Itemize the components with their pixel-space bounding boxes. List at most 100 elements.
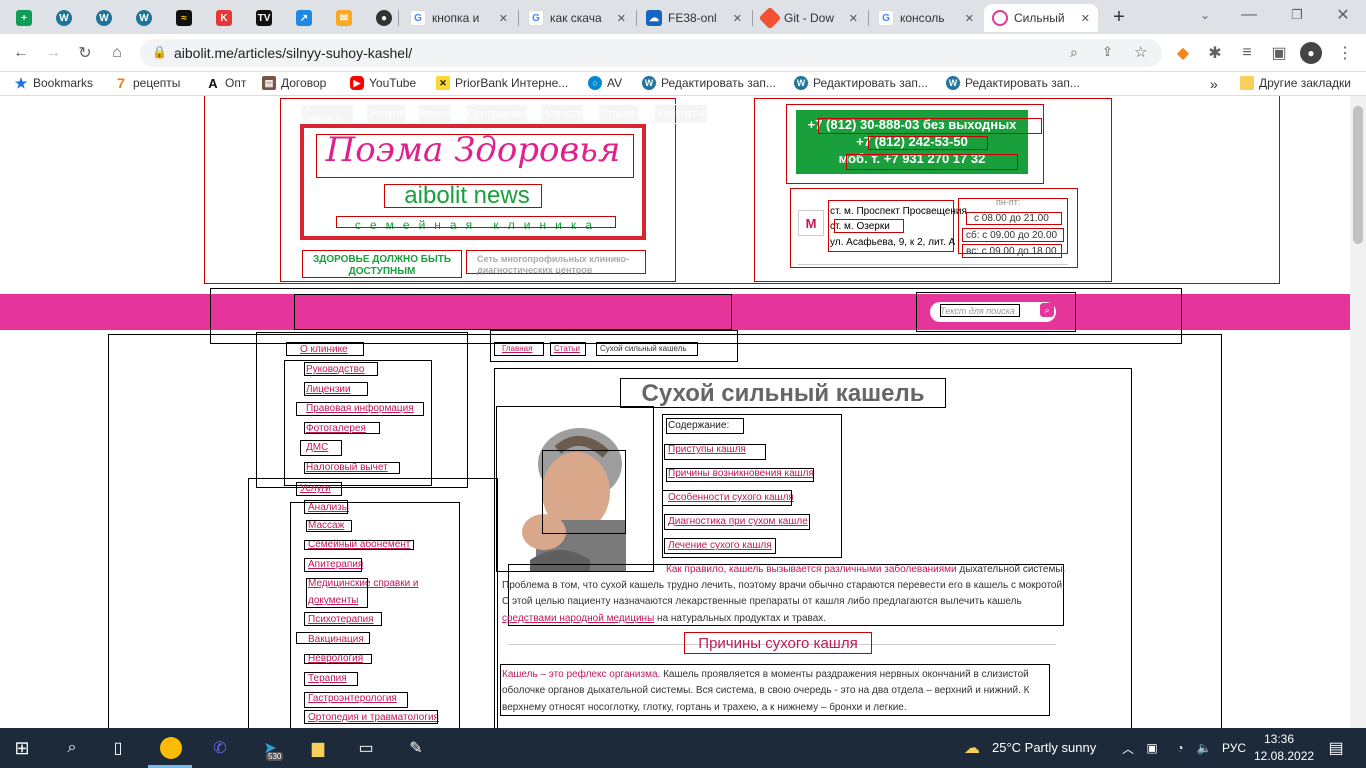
inline-link[interactable]: Как правило, кашель вызывается различным…	[666, 564, 957, 575]
google-icon: G	[528, 10, 544, 26]
seven-icon: 7	[117, 75, 125, 91]
tab-git[interactable]: Git - Dow ✕	[754, 4, 866, 32]
terminal-icon[interactable]: ▭	[352, 734, 380, 762]
scrollbar-thumb[interactable]	[1353, 106, 1363, 244]
tab-zen[interactable]: ≈	[168, 4, 204, 32]
nav-news[interactable]: Новости	[540, 104, 584, 124]
google-icon: G	[878, 10, 894, 26]
file-explorer-icon[interactable]: ▆	[304, 734, 332, 762]
tab-fe38[interactable]: ☁ FE38-onl ✕	[638, 4, 750, 32]
search-icon[interactable]: ⌕	[58, 734, 86, 762]
bookmark-item[interactable]: 7 рецепты	[114, 75, 180, 91]
bookmark-item[interactable]: A Опт	[206, 76, 247, 91]
bookmark-item[interactable]: ○ AV	[588, 76, 622, 90]
minimize-button[interactable]: —	[1238, 4, 1260, 26]
breadcrumb-articles[interactable]: Статьи	[554, 344, 580, 353]
metamask-icon[interactable]: ◆	[1172, 42, 1194, 64]
chrome-icon[interactable]	[160, 737, 182, 759]
tab-wordpress-2[interactable]: W	[88, 4, 124, 32]
tab-k[interactable]: K	[208, 4, 244, 32]
taskbar: ⊞ ⌕ ▯ ✆ ➤ 530 ▆ ▭ ✎ ☁ 25°C Partly sunny …	[0, 728, 1366, 768]
more-bookmarks-button[interactable]: »	[1210, 76, 1218, 92]
share-icon[interactable]: ⇪	[1102, 44, 1113, 60]
paragraph: оболочке органов дыхательной системы. Вс…	[502, 685, 1030, 696]
tab-wordpress-3[interactable]: W	[128, 4, 164, 32]
nav-reviews[interactable]: Отзывы	[598, 104, 640, 124]
tab-google-1[interactable]: Gкнопка и ✕	[402, 4, 516, 32]
zoom-icon[interactable]: ⌕	[1070, 44, 1078, 61]
inline-link[interactable]: средствами народной медицины	[502, 613, 654, 624]
tab-sheets[interactable]: +	[8, 4, 44, 32]
tab-wordpress-1[interactable]: W	[48, 4, 84, 32]
sidebar-section-about[interactable]: О клинике	[300, 344, 348, 355]
tab-console[interactable]: Gконсоль ✕	[870, 4, 982, 32]
search-button[interactable]: ⌕	[1040, 303, 1054, 317]
extensions-icon[interactable]: ✱	[1204, 42, 1226, 64]
network-icon[interactable]: ▣	[1138, 734, 1166, 762]
volume-icon[interactable]: 🔈	[1190, 734, 1218, 762]
bookmark-star-icon[interactable]: ☆	[1134, 43, 1147, 61]
reload-button[interactable]: ↻	[74, 42, 96, 64]
nav-about[interactable]: О клинике	[300, 102, 354, 126]
tab-separator	[868, 10, 869, 26]
photo-face-outline	[542, 450, 626, 534]
viber-icon[interactable]: ✆	[206, 734, 234, 762]
bookmark-item[interactable]: ▶ YouTube	[350, 76, 416, 90]
bookmark-item[interactable]: ▤ Договор	[262, 76, 326, 90]
close-icon[interactable]: ✕	[1081, 12, 1090, 25]
nav-programs[interactable]: Программы	[466, 104, 528, 124]
bookmark-item[interactable]: ★ Bookmarks	[14, 75, 93, 91]
back-button[interactable]: ←	[10, 42, 32, 64]
close-icon[interactable]: ✕	[617, 12, 626, 25]
close-icon[interactable]: ✕	[499, 12, 508, 25]
bookmark-item[interactable]: W Редактировать зап...	[794, 76, 928, 90]
inline-link[interactable]: Кашель – это рефлекс организма.	[502, 669, 660, 680]
weather-icon[interactable]: ☁	[958, 734, 986, 762]
hours-title: пн-пт:	[996, 197, 1021, 207]
forward-button[interactable]: →	[42, 42, 64, 64]
maximize-button[interactable]: ❐	[1286, 4, 1308, 26]
nav-services[interactable]: Услуги	[366, 104, 406, 124]
tab-label: FE38-onl	[668, 11, 717, 25]
tab-active-article[interactable]: Сильный ✕	[984, 4, 1098, 32]
address-bar[interactable]: 🔒 aibolit.me/articles/silnyy-suhoy-kashe…	[140, 39, 1162, 67]
clock-date[interactable]: 12.08.2022	[1254, 749, 1314, 763]
side-panel-icon[interactable]: ▣	[1268, 42, 1290, 64]
tab-google-2[interactable]: Gкак скача ✕	[520, 4, 634, 32]
clock-time[interactable]: 13:36	[1264, 732, 1294, 746]
bookmark-item[interactable]: W Редактировать зап...	[946, 76, 1080, 90]
close-icon[interactable]: ✕	[965, 12, 974, 25]
tab-arrow-app[interactable]: ↗	[288, 4, 324, 32]
menu-icon[interactable]: ⋮	[1334, 42, 1356, 64]
notifications-icon[interactable]: ▤	[1322, 734, 1350, 762]
task-view-icon[interactable]: ▯	[104, 734, 132, 762]
paint-icon[interactable]: ✎	[402, 734, 430, 762]
bookmark-item[interactable]: ✕ PriorBank Интерне...	[436, 76, 568, 90]
tab-mail[interactable]: ✉	[328, 4, 364, 32]
media-icon[interactable]: ≡	[1236, 42, 1258, 64]
other-bookmarks-folder[interactable]: Другие закладки	[1240, 76, 1351, 90]
bookmark-label: Опт	[225, 76, 247, 90]
tab-search-icon[interactable]: ⌄	[1194, 4, 1216, 26]
new-tab-button[interactable]: +	[1108, 6, 1130, 28]
close-icon[interactable]: ✕	[733, 12, 742, 25]
language-indicator[interactable]: РУС	[1222, 741, 1246, 755]
nav-contacts[interactable]: Контакты	[654, 104, 708, 124]
weather-text[interactable]: 25°C Partly sunny	[992, 740, 1096, 755]
paragraph: средствами народной медицины на натураль…	[502, 611, 826, 628]
bookmarks-bar: ★ Bookmarks 7 рецепты A Опт ▤ Договор ▶ YouTu…	[0, 72, 1366, 96]
home-button[interactable]: ⌂	[106, 42, 128, 64]
paragraph: Как правило, кашель вызывается различным…	[666, 562, 1065, 579]
sidebar-item-outline	[304, 692, 408, 708]
windows-start-icon[interactable]: ⊞	[8, 734, 36, 762]
tab-tv[interactable]: TV	[248, 4, 284, 32]
tab-label: Сильный	[1014, 11, 1065, 25]
page-scrollbar[interactable]	[1350, 96, 1366, 728]
bookmark-item[interactable]: W Редактировать зап...	[642, 76, 776, 90]
breadcrumb-home[interactable]: Главная	[502, 344, 532, 353]
text-span: Кашель проявляется в моменты раздражения…	[660, 669, 1029, 680]
nav-doctors[interactable]: Врачи	[418, 104, 452, 124]
avatar[interactable]: ●	[1300, 42, 1322, 64]
close-icon[interactable]: ✕	[849, 12, 858, 25]
close-window-button[interactable]: ✕	[1332, 4, 1354, 26]
